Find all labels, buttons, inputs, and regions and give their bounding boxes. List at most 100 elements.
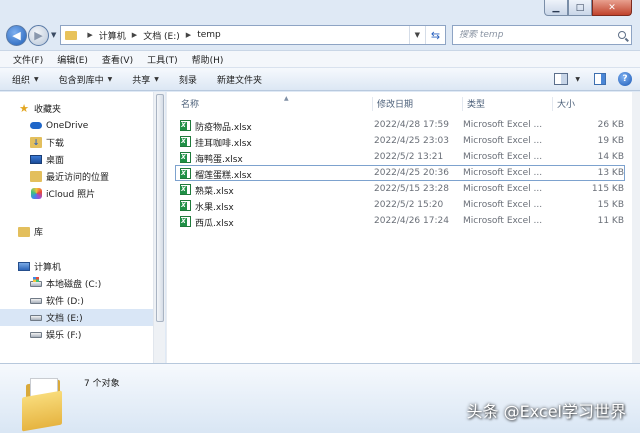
table-row[interactable]: 西瓜.xlsx 2022/4/26 17:24 Microsoft Excel …: [175, 213, 625, 229]
column-size-label: 大小: [557, 100, 576, 110]
menu-help[interactable]: 帮助(H): [185, 53, 231, 66]
forward-button[interactable]: ▶: [28, 24, 49, 46]
burn-label: 刻录: [178, 75, 197, 86]
column-type-label: 类型: [467, 100, 486, 110]
address-dropdown-icon[interactable]: ▼: [408, 26, 425, 44]
navigation-scrollbar[interactable]: [153, 92, 165, 363]
drive-icon: [30, 314, 42, 321]
close-icon: ✕: [608, 2, 616, 13]
nav-downloads[interactable]: ↓ 下载: [0, 134, 153, 151]
nav-label: 娱乐 (F:): [46, 331, 82, 341]
search-input[interactable]: [459, 30, 609, 40]
excel-file-icon: [180, 120, 191, 131]
address-row: ◀ ▶ ▼ ▶ 计算机 ▶ 文档 (E:) ▶ temp ▼ ⇆: [6, 22, 632, 48]
library-label: 库: [34, 228, 44, 238]
breadcrumb-computer[interactable]: 计算机: [99, 29, 126, 42]
maximize-icon: □: [575, 2, 585, 13]
refresh-icon[interactable]: ⇆: [425, 26, 445, 44]
organize-button[interactable]: 组织 ▼: [12, 73, 39, 86]
recent-pages-dropdown[interactable]: ▼: [51, 31, 56, 39]
file-type: Microsoft Excel ...: [463, 136, 543, 146]
table-row[interactable]: 熟菜.xlsx 2022/5/15 23:28 Microsoft Excel …: [175, 181, 625, 197]
nav-computer[interactable]: 计算机: [0, 258, 153, 275]
minimize-button[interactable]: ▁: [544, 0, 568, 16]
file-name: 熟菜.xlsx: [195, 187, 234, 197]
table-row[interactable]: 防疫物品.xlsx 2022/4/28 17:59 Microsoft Exce…: [175, 117, 625, 133]
library-group: 库: [0, 223, 153, 240]
search-box[interactable]: [452, 25, 632, 45]
nav-drive-d[interactable]: 软件 (D:): [0, 292, 153, 309]
preview-pane-icon[interactable]: [594, 73, 606, 85]
chevron-right-icon[interactable]: ▶: [132, 31, 137, 39]
new-folder-button[interactable]: 新建文件夹: [217, 73, 262, 86]
address-tail: ▼ ⇆: [408, 26, 445, 44]
burn-button[interactable]: 刻录: [179, 73, 197, 86]
breadcrumb-temp[interactable]: temp: [197, 30, 221, 40]
column-type[interactable]: 类型: [463, 97, 553, 111]
nav-label: 下载: [46, 139, 65, 149]
table-row[interactable]: 水果.xlsx 2022/5/2 15:20 Microsoft Excel .…: [175, 197, 625, 213]
scrollbar-thumb[interactable]: [156, 94, 164, 322]
column-size[interactable]: 大小: [553, 97, 623, 111]
file-name: 挂耳咖啡.xlsx: [195, 139, 252, 149]
change-view-icon[interactable]: [554, 73, 569, 85]
table-row[interactable]: 海鸭蛋.xlsx 2022/5/2 13:21 Microsoft Excel …: [175, 149, 625, 165]
menu-file[interactable]: 文件(F): [6, 53, 50, 66]
menu-edit[interactable]: 编辑(E): [50, 53, 95, 66]
nav-favorites[interactable]: ★ 收藏夹: [0, 100, 153, 117]
nav-icloud-photos[interactable]: iCloud 照片: [0, 185, 153, 202]
download-icon: ↓: [30, 137, 42, 148]
file-type: Microsoft Excel ...: [463, 184, 543, 194]
file-list: 名称 ▲ 修改日期 类型 大小 防疫物品.xlsx 2022/4/28 17:5…: [166, 92, 632, 363]
nav-drive-e[interactable]: 文档 (E:): [0, 309, 153, 326]
table-row[interactable]: 榴莲蛋糕.xlsx 2022/4/25 20:36 Microsoft Exce…: [175, 165, 625, 181]
file-date: 2022/4/26 17:24: [374, 216, 449, 226]
maximize-button[interactable]: □: [568, 0, 592, 16]
share-button[interactable]: 共享 ▼: [132, 73, 159, 86]
menu-bar: 文件(F) 编辑(E) 查看(V) 工具(T) 帮助(H): [0, 50, 640, 68]
chevron-down-icon: ▼: [34, 75, 39, 83]
back-button[interactable]: ◀: [6, 24, 27, 46]
new-folder-label: 新建文件夹: [216, 75, 262, 86]
file-list-scrollbar[interactable]: [632, 92, 640, 363]
drive-icon: [30, 297, 42, 304]
arrow-left-icon: ◀: [12, 28, 21, 42]
column-date[interactable]: 修改日期: [373, 97, 463, 111]
nav-label: 本地磁盘 (C:): [46, 280, 102, 290]
cloud-icon: [30, 120, 42, 131]
view-options-dropdown-icon[interactable]: ▼: [575, 76, 580, 83]
nav-onedrive[interactable]: OneDrive: [0, 117, 153, 134]
computer-icon: [18, 262, 30, 271]
organize-label: 组织: [12, 75, 31, 86]
file-size: 13 KB: [597, 168, 624, 178]
file-size: 15 KB: [597, 200, 624, 210]
nav-label: 最近访问的位置: [46, 173, 110, 183]
toolbar-right: ▼ ?: [554, 72, 632, 86]
nav-libraries[interactable]: 库: [0, 223, 153, 240]
address-bar[interactable]: ▶ 计算机 ▶ 文档 (E:) ▶ temp ▼ ⇆: [60, 25, 446, 45]
menu-tools[interactable]: 工具(T): [140, 53, 185, 66]
file-type: Microsoft Excel ...: [463, 152, 543, 162]
file-name: 海鸭蛋.xlsx: [195, 155, 243, 165]
file-type: Microsoft Excel ...: [463, 200, 543, 210]
excel-file-icon: [180, 168, 191, 179]
breadcrumb-drive-e[interactable]: 文档 (E:): [143, 29, 180, 42]
help-icon[interactable]: ?: [618, 72, 632, 86]
drive-icon: [30, 331, 42, 338]
nav-drive-c[interactable]: 本地磁盘 (C:): [0, 275, 153, 292]
chevron-right-icon[interactable]: ▶: [87, 31, 92, 39]
chevron-right-icon[interactable]: ▶: [186, 31, 191, 39]
menu-view[interactable]: 查看(V): [95, 53, 140, 66]
nav-drive-f[interactable]: 娱乐 (F:): [0, 326, 153, 343]
chevron-down-icon: ▼: [107, 75, 113, 83]
column-name[interactable]: 名称 ▲: [177, 95, 373, 111]
nav-desktop[interactable]: 桌面: [0, 151, 153, 168]
close-button[interactable]: ✕: [592, 0, 632, 16]
table-row[interactable]: 挂耳咖啡.xlsx 2022/4/25 23:03 Microsoft Exce…: [175, 133, 625, 149]
nav-label: OneDrive: [46, 120, 89, 131]
file-date: 2022/4/28 17:59: [374, 120, 449, 130]
include-in-library-button[interactable]: 包含到库中 ▼: [59, 73, 113, 86]
nav-recent-places[interactable]: 最近访问的位置: [0, 168, 153, 185]
include-library-label: 包含到库中: [58, 75, 104, 86]
search-icon[interactable]: [618, 31, 626, 39]
